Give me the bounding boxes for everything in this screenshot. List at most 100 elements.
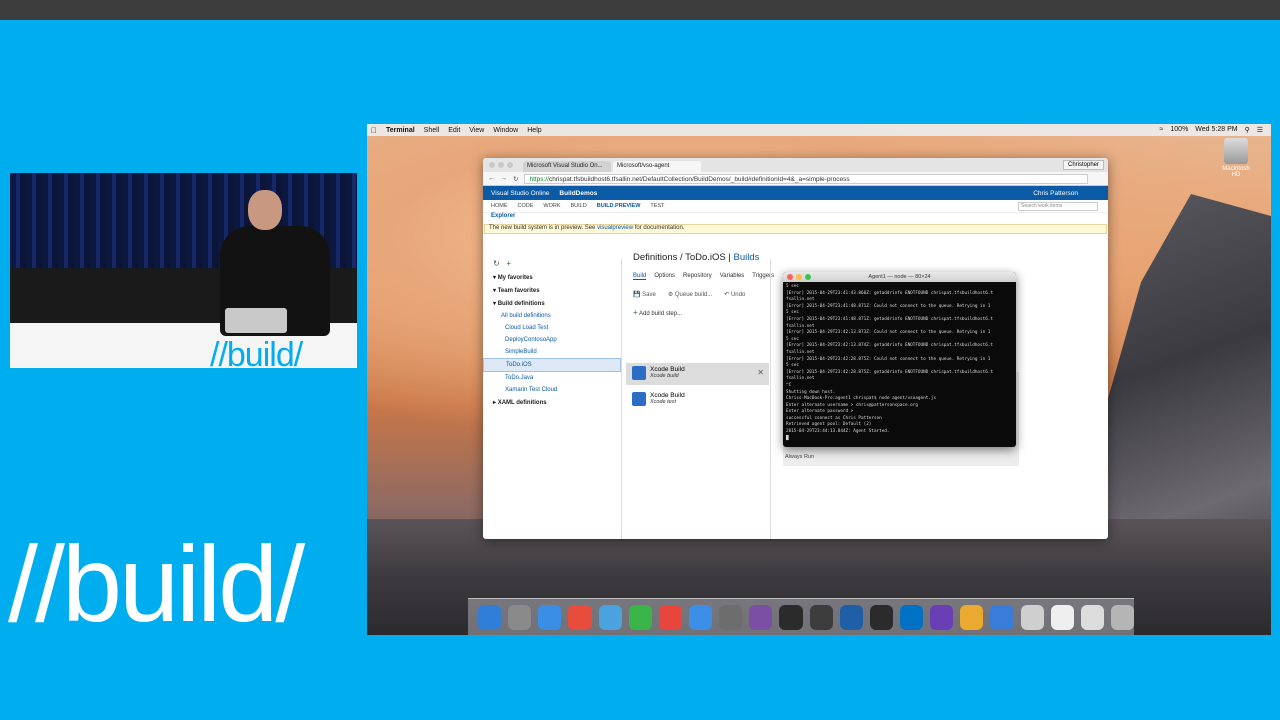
dock-app-icon[interactable] [899,604,924,630]
user-name[interactable]: Chris Patterson [1033,190,1108,197]
sidebar-build-definitions[interactable]: ▾ Build definitions [483,297,621,310]
menu-view[interactable]: View [469,127,484,134]
sidebar-deploy-contoso[interactable]: DeployContosoApp [483,334,621,346]
explorer-tab[interactable]: Explorer [483,213,1108,224]
dock-app-icon[interactable] [749,604,773,630]
minimize-button[interactable] [498,162,504,168]
dock-app-icon[interactable] [598,604,622,630]
hub-build[interactable]: BUILD [571,203,587,209]
remove-step-icon[interactable]: ✕ [757,368,764,377]
browser-tabbar: Microsoft Visual Studio On... Microsoft/… [483,158,1108,172]
step-title: Xcode Build [650,392,685,399]
dock-app-icon[interactable] [1020,604,1044,630]
sidebar-all-build-definitions[interactable]: All build definitions [483,310,621,322]
build-step-xcode-build[interactable]: Xcode Build Xcode build ✕ [626,363,769,385]
terminal-controls [787,274,811,280]
sidebar-xamarin[interactable]: Xamarin Test Cloud [483,384,621,396]
spotlight-icon[interactable]: ⚲ [1245,126,1250,134]
dock-app-icon[interactable] [719,604,743,630]
mac-menubar:  Terminal Shell Edit View Window Help ≈… [367,124,1271,136]
dock-app-icon[interactable] [809,604,833,630]
terminal-zoom-button[interactable] [805,274,811,280]
add-build-step-button[interactable]: + Add build step... [633,308,682,317]
hub-home[interactable]: HOME [491,203,508,209]
sidebar-team-favorites[interactable]: ▾ Team favorites [483,284,621,297]
sidebar-todo-ios[interactable]: ToDo.iOS [483,358,621,372]
menu-shell[interactable]: Shell [424,127,440,134]
back-icon[interactable]: ← [488,175,495,182]
tab-vso[interactable]: Microsoft Visual Studio On... [523,161,611,172]
forward-icon[interactable]: → [501,175,508,182]
build-step-xcode-test[interactable]: Xcode Build Xcode test [626,389,769,411]
dock-app-icon[interactable] [1110,604,1135,630]
close-button[interactable] [489,162,495,168]
tab-github[interactable]: Microsoft/vso-agent [613,161,701,172]
dock-app-icon[interactable] [538,604,562,630]
mac-desktop:  Terminal Shell Edit View Window Help ≈… [367,124,1271,635]
apple-menu-icon[interactable]:  [371,126,377,135]
address-input[interactable]: https://chrispat.tfsbuildhost6.tfsallin.… [524,173,1088,184]
sidebar-xaml-definitions[interactable]: ▸ XAML definitions [483,396,621,409]
dock-app-icon[interactable] [658,604,682,630]
hub-build-preview[interactable]: BUILD.PREVIEW [597,203,641,209]
sidebar-cloud-load-test[interactable]: Cloud Load Test [483,322,621,334]
dock-app-icon[interactable] [1050,604,1074,630]
project-name[interactable]: BuildDemos [559,190,597,197]
dock-app-icon[interactable] [930,604,954,630]
speaker-laptop [225,308,287,333]
dock-app-icon[interactable] [628,604,652,630]
notification-icon[interactable]: ☰ [1257,126,1263,134]
menubar-status: ≈ 100% Wed 5:28 PM ⚲ ☰ [1160,126,1271,134]
drive-label: Macintosh HD [1222,166,1250,178]
add-definition-icon[interactable]: + [502,259,511,268]
profile-button[interactable]: Christopher [1062,160,1104,170]
terminal-output: 5 sec [Error] 2015-04-29T23:41:43.860Z: … [786,284,993,441]
top-bar [0,0,1280,20]
menu-edit[interactable]: Edit [448,127,460,134]
mac-dock [468,598,1135,635]
dock-app-icon[interactable] [960,604,984,630]
sidebar-my-favorites[interactable]: ▾ My favorites [483,271,621,284]
terminal-minimize-button[interactable] [796,274,802,280]
sidebar-todo-java[interactable]: ToDo.Java [483,372,621,384]
url-path: chrispat.tfsbuildhost6.tfsallin.net/Defa… [548,175,850,183]
banner-link[interactable]: visualpreview [597,225,633,231]
battery-status[interactable]: 100% [1170,126,1188,134]
dock-app-icon[interactable] [688,604,713,630]
hub-code[interactable]: CODE [518,203,534,209]
terminal-title: Agent1 — node — 80×24 [868,274,931,280]
menu-window[interactable]: Window [493,127,518,134]
dock-app-icon[interactable] [508,604,532,630]
step-subtitle: Xcode build [650,373,679,379]
menu-help[interactable]: Help [527,127,541,134]
dock-app-icon[interactable] [779,604,803,630]
search-input[interactable]: Search work items [1018,201,1098,211]
wifi-icon[interactable]: ≈ [1160,126,1164,134]
reload-icon[interactable]: ↻ [513,175,518,183]
terminal-close-button[interactable] [787,274,793,280]
dock-app-icon[interactable] [1080,604,1104,630]
url-bar: ← → ↻ https://chrispat.tfsbuildhost6.tfs… [483,172,1108,186]
vso-logo[interactable]: Visual Studio Online [491,190,549,197]
xcode-icon [632,392,646,406]
desktop-drive[interactable]: Macintosh HD [1219,138,1253,178]
hard-drive-icon [1224,138,1248,164]
dock-app-icon[interactable] [839,604,863,630]
xcode-icon [632,366,646,380]
dock-app-icon[interactable] [478,604,502,630]
menu-app[interactable]: Terminal [386,127,415,134]
zoom-button[interactable] [507,162,513,168]
hub-work[interactable]: WORK [543,203,560,209]
dock-app-icon[interactable] [568,604,592,630]
url-scheme: https:// [529,175,549,183]
dock-app-icon[interactable] [990,604,1014,630]
terminal-window[interactable]: Agent1 — node — 80×24 5 sec [Error] 2015… [783,272,1016,447]
sidebar-simple-build[interactable]: SimpleBuild [483,346,621,358]
hub-nav: HOME CODE WORK BUILD BUILD.PREVIEW TEST … [483,200,1108,213]
refresh-icon[interactable]: ↻ [493,259,500,268]
clock[interactable]: Wed 5:28 PM [1195,126,1237,134]
speaker-video: //build/ [10,173,357,368]
hub-test[interactable]: TEST [650,203,664,209]
preview-banner: The new build system is in preview. See … [484,224,1107,234]
dock-app-icon[interactable] [869,604,893,630]
